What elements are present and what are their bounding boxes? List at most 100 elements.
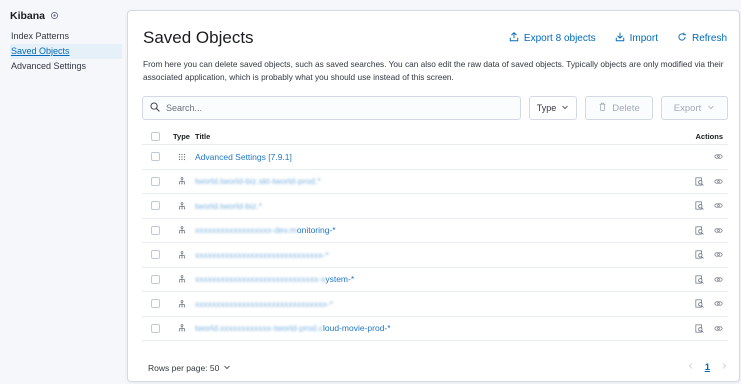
saved-objects-panel: Saved Objects Export 8 objects Import Re… <box>127 10 740 382</box>
row-checkbox[interactable] <box>150 201 160 211</box>
pagination: 1 <box>687 362 728 373</box>
row-title-link[interactable]: tworld.tworld-biz.skt-tworld-prod.* <box>195 176 668 186</box>
delete-button[interactable]: Delete <box>585 96 653 120</box>
relationships-icon[interactable] <box>714 177 723 186</box>
row-actions <box>668 152 728 161</box>
row-checkbox[interactable] <box>150 225 160 235</box>
row-actions <box>668 226 728 235</box>
row-title-link[interactable]: xxxxxxxxxxxxxxxxxxxxxxxxxxxxx-system-* <box>195 274 668 284</box>
sidebar-item-index-patterns[interactable]: Index Patterns <box>10 29 126 44</box>
export-all-button[interactable]: Export 8 objects <box>509 32 596 45</box>
chevron-left-icon[interactable] <box>687 362 695 373</box>
chevron-down-icon <box>561 103 569 113</box>
row-title-redacted: xxxxxxxxxxxxxxxxxxxxxxxxxxxxx-s <box>195 274 326 285</box>
relationships-icon[interactable] <box>714 201 723 210</box>
page-number-button[interactable]: 1 <box>705 362 710 373</box>
column-header-actions: Actions <box>695 131 723 141</box>
row-checkbox[interactable] <box>150 299 160 309</box>
index-pattern-icon <box>168 324 195 332</box>
table-row: Advanced Settings [7.9.1] <box>142 145 728 170</box>
export-all-label: Export 8 objects <box>523 33 596 44</box>
search-box[interactable] <box>142 96 521 120</box>
chevron-right-icon[interactable] <box>720 362 728 373</box>
row-checkbox-cell <box>142 225 168 235</box>
row-checkbox[interactable] <box>150 274 160 284</box>
row-title-redacted: tworld.tworld-biz.skt-tworld-prod.* <box>195 176 321 187</box>
table-row: xxxxxxxxxxxxxxxxxxxxxxxxxxxxxxx-* <box>142 292 728 317</box>
index-pattern-icon <box>168 275 195 283</box>
column-header-type[interactable]: Type <box>168 132 195 141</box>
row-checkbox-cell <box>142 299 168 309</box>
row-actions <box>668 275 728 284</box>
gear-icon[interactable] <box>50 11 59 22</box>
relationships-icon[interactable] <box>714 152 723 161</box>
page-description: From here you can delete saved objects, … <box>143 59 724 82</box>
table-row: tworld.tworld-biz.* <box>142 194 728 219</box>
sidebar-item-saved-objects[interactable]: Saved Objects <box>10 44 122 59</box>
row-title-link[interactable]: tworld.tworld-biz.* <box>195 201 668 211</box>
row-actions <box>668 299 728 308</box>
row-actions <box>668 177 728 186</box>
inspect-icon[interactable] <box>695 275 704 284</box>
row-title-redacted: tworld.xxxxxxxxxxxx-tworld-prod.c <box>195 323 323 334</box>
chevron-down-icon <box>223 363 231 373</box>
search-input[interactable] <box>166 103 506 113</box>
row-actions <box>668 324 728 333</box>
row-title-redacted: xxxxxxxxxxxxxxxxxxxxxxxxxxxxxxx-* <box>195 298 333 309</box>
type-filter-label: Type <box>536 103 557 113</box>
inspect-icon[interactable] <box>695 299 704 308</box>
toolbar: Type Delete Export <box>142 96 728 120</box>
row-checkbox[interactable] <box>150 176 160 186</box>
select-all-checkbox[interactable] <box>150 131 160 141</box>
refresh-icon <box>677 32 687 45</box>
inspect-icon[interactable] <box>695 177 704 186</box>
row-title-redacted: xxxxxxxxxxxxxxxxxx-dev.m <box>195 225 297 236</box>
table-header: Type Title Actions <box>142 128 728 145</box>
row-checkbox[interactable] <box>150 250 160 260</box>
row-checkbox[interactable] <box>150 152 160 162</box>
table-row: xxxxxxxxxxxxxxxxxxxxxxxxxxxxxx-* <box>142 243 728 268</box>
row-title-redacted: tworld.tworld-biz.* <box>195 200 263 211</box>
chevron-down-icon <box>707 103 715 114</box>
row-checkbox[interactable] <box>150 323 160 333</box>
table-footer: Rows per page: 50 1 <box>148 362 728 373</box>
inspect-icon[interactable] <box>695 324 704 333</box>
index-pattern-icon <box>168 201 195 210</box>
type-filter-button[interactable]: Type <box>529 96 577 120</box>
row-title-link[interactable]: xxxxxxxxxxxxxxxxxxxxxxxxxxxxxxx-* <box>195 299 668 309</box>
relationships-icon[interactable] <box>714 250 723 259</box>
import-icon <box>615 32 625 45</box>
row-title-suffix: onitoring-* <box>296 225 336 236</box>
row-title-link[interactable]: xxxxxxxxxxxxxxxxxx-dev.monitoring-* <box>195 225 668 235</box>
inspect-icon[interactable] <box>695 226 704 235</box>
relationships-icon[interactable] <box>714 324 723 333</box>
row-title-link[interactable]: tworld.xxxxxxxxxxxx-tworld-prod.cloud-mo… <box>195 323 668 333</box>
row-actions <box>668 250 728 259</box>
row-checkbox-cell <box>142 274 168 284</box>
sidebar-title: Kibana <box>10 10 126 22</box>
row-title-link[interactable]: xxxxxxxxxxxxxxxxxxxxxxxxxxxxxx-* <box>195 250 668 260</box>
export-button[interactable]: Export <box>661 96 728 120</box>
row-title-link[interactable]: Advanced Settings [7.9.1] <box>195 152 668 162</box>
row-title-text: Advanced Settings [7.9.1] <box>195 151 292 162</box>
relationships-icon[interactable] <box>714 299 723 308</box>
row-actions <box>668 201 728 210</box>
rows-per-page-label: Rows per page: 50 <box>148 362 220 373</box>
row-checkbox-cell <box>142 176 168 186</box>
table-row: xxxxxxxxxxxxxxxxxx-dev.monitoring-* <box>142 219 728 243</box>
row-checkbox-cell <box>142 152 168 162</box>
import-button[interactable]: Import <box>615 32 658 45</box>
sidebar-item-advanced-settings[interactable]: Advanced Settings <box>10 59 126 74</box>
settings-icon <box>168 153 195 161</box>
inspect-icon[interactable] <box>695 250 704 259</box>
import-label: Import <box>629 33 658 44</box>
inspect-icon[interactable] <box>695 201 704 210</box>
refresh-button[interactable]: Refresh <box>677 32 727 45</box>
relationships-icon[interactable] <box>714 275 723 284</box>
search-icon <box>150 99 160 117</box>
column-header-title[interactable]: Title <box>195 132 668 141</box>
saved-objects-table: Type Title Actions Advanced Settings [7.… <box>142 128 728 341</box>
relationships-icon[interactable] <box>714 226 723 235</box>
rows-per-page-button[interactable]: Rows per page: 50 <box>148 363 231 373</box>
index-pattern-icon <box>168 177 195 185</box>
